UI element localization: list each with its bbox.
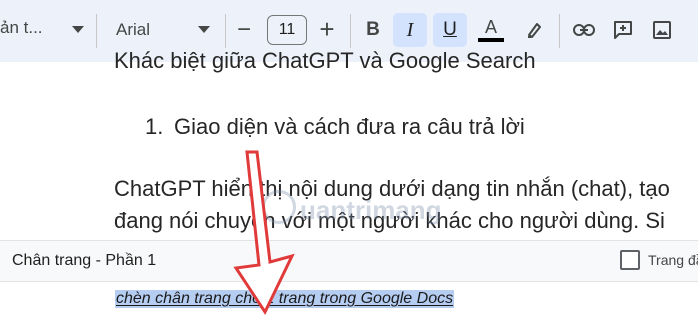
annotation-arrow-icon [233,150,295,316]
